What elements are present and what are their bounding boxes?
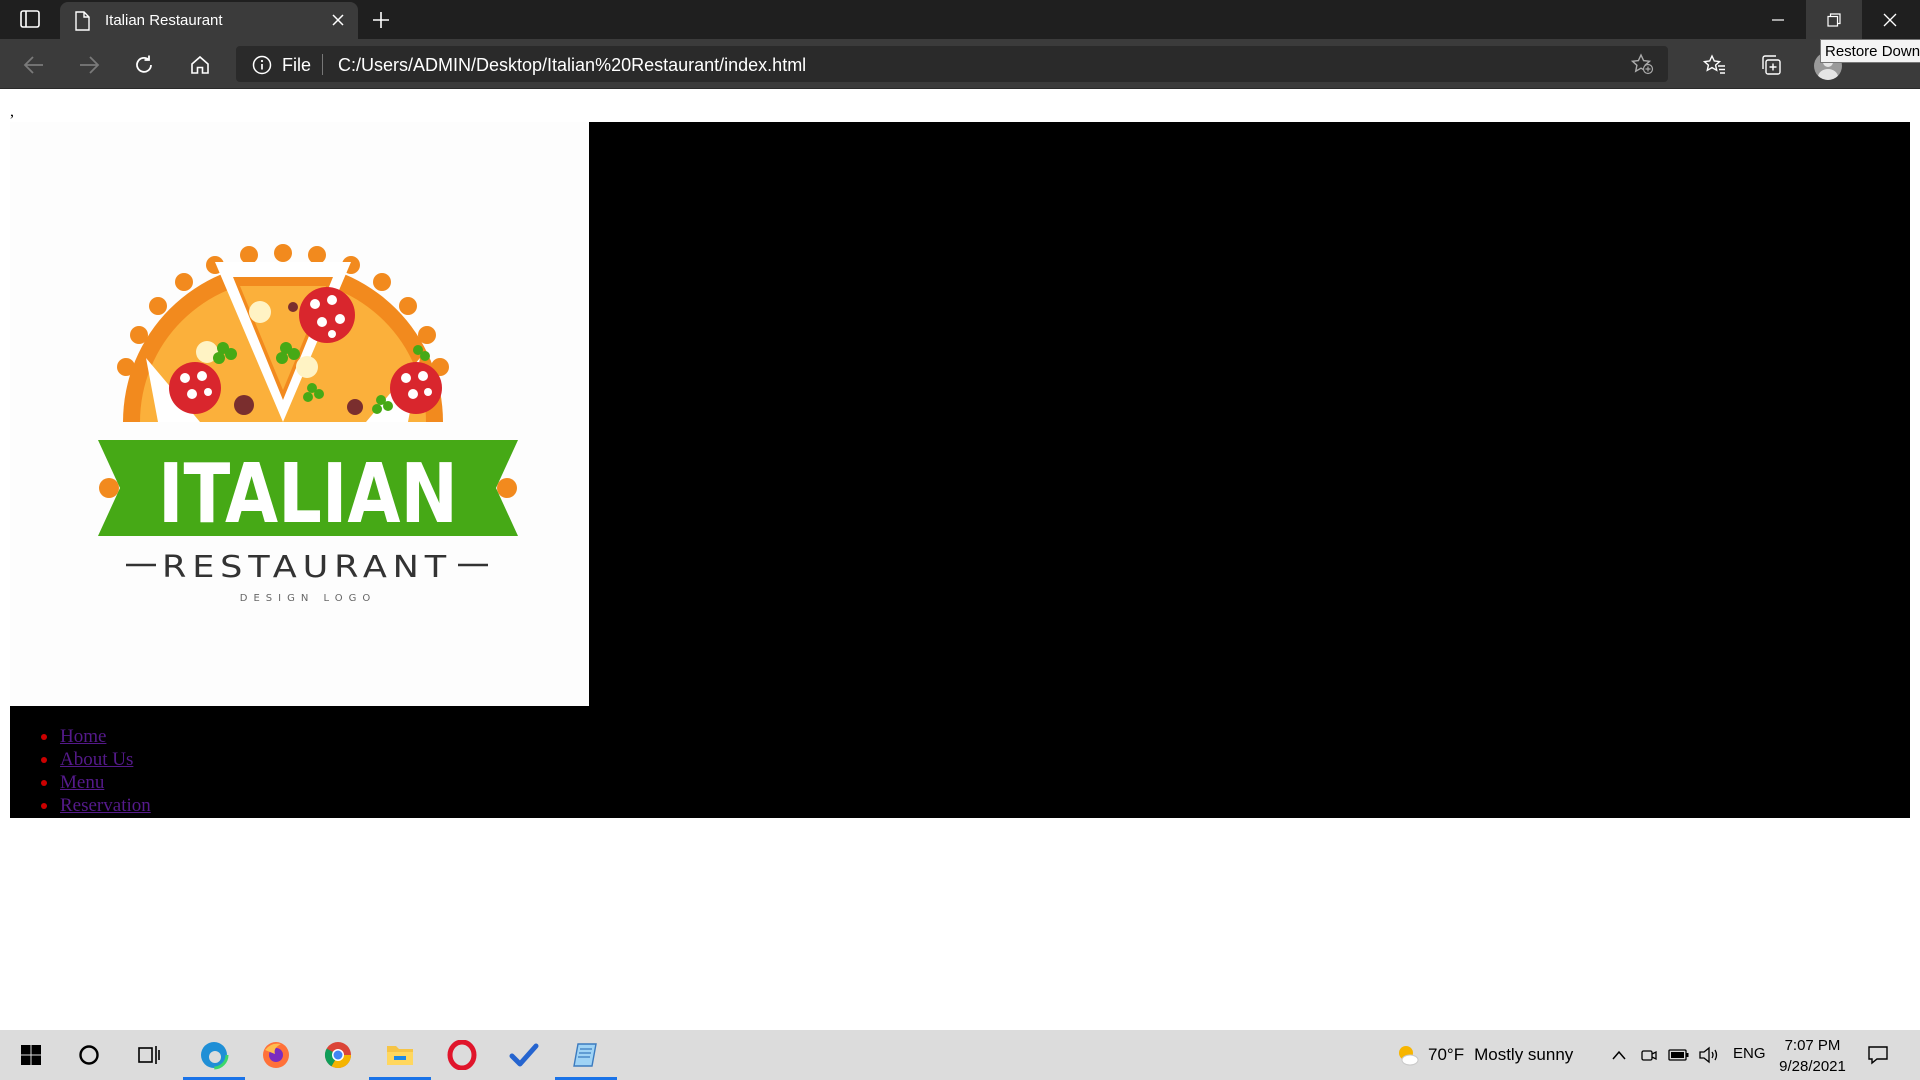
battery-button[interactable] <box>1668 1043 1690 1067</box>
task-view-icon <box>138 1046 160 1064</box>
edge-icon <box>199 1040 229 1070</box>
windows-icon <box>21 1045 41 1065</box>
nav-link-menu[interactable]: Menu <box>60 772 104 793</box>
page-viewport: , ITALIAN RESTAURANT DESIGN LOGO Home Ab… <box>0 89 1920 1030</box>
main-nav: Home About Us Menu Reservation <box>41 725 151 817</box>
task-view-button[interactable] <box>118 1030 180 1080</box>
back-button[interactable] <box>20 51 48 79</box>
close-icon <box>1883 13 1897 26</box>
taskbar-clock[interactable]: 7:07 PM 9/28/2021 <box>1770 1035 1855 1077</box>
tab-close-button[interactable] <box>328 10 348 30</box>
collections-icon <box>1762 55 1781 75</box>
opera-icon <box>447 1040 477 1070</box>
home-icon <box>191 55 209 74</box>
weather-temperature: 70°F <box>1428 1045 1465 1064</box>
camera-icon <box>1641 1050 1657 1061</box>
start-button[interactable] <box>0 1030 62 1080</box>
search-circle-icon <box>79 1045 99 1065</box>
logo-word-italian: ITALIAN <box>158 447 458 542</box>
close-icon <box>332 14 344 26</box>
browser-toolbar: File C:/Users/ADMIN/Desktop/Italian%20Re… <box>0 39 1920 89</box>
restore-down-button[interactable] <box>1806 0 1862 39</box>
show-hidden-icons-button[interactable] <box>1608 1043 1630 1067</box>
windows-taskbar: 70°F Mostly sunny ENG 7:07 PM 9/28/2021 <box>0 1030 1920 1080</box>
url-separator <box>322 54 323 75</box>
collections-button[interactable] <box>1756 51 1786 79</box>
tab-title: Italian Restaurant <box>105 12 223 29</box>
page-header: ITALIAN RESTAURANT DESIGN LOGO Home Abou… <box>10 122 1910 818</box>
new-tab-button[interactable] <box>368 7 394 33</box>
taskbar-notepad[interactable] <box>555 1030 617 1080</box>
weather-widget[interactable]: 70°F Mostly sunny <box>1396 1030 1573 1080</box>
taskbar-edge[interactable] <box>183 1030 245 1080</box>
home-button[interactable] <box>186 51 214 79</box>
taskbar-firefox[interactable] <box>245 1030 307 1080</box>
refresh-icon <box>136 55 152 73</box>
logo-word-restaurant: RESTAURANT <box>162 550 452 585</box>
arrow-right-icon <box>80 56 100 74</box>
meet-now-button[interactable] <box>1638 1043 1660 1067</box>
action-center-button[interactable] <box>1864 1042 1892 1068</box>
input-language[interactable]: ENG <box>1733 1045 1766 1062</box>
favorites-button[interactable] <box>1700 51 1730 79</box>
nav-item-menu: Menu <box>41 771 151 794</box>
notification-icon <box>1868 1046 1888 1065</box>
list-bullet <box>41 734 47 740</box>
list-bullet <box>41 803 47 809</box>
pizza-logo-icon: ITALIAN RESTAURANT DESIGN LOGO <box>98 244 518 604</box>
tab-actions-button[interactable] <box>16 7 44 31</box>
logo-word-design-logo: DESIGN LOGO <box>240 593 376 604</box>
nav-link-reservation[interactable]: Reservation <box>60 795 151 816</box>
restore-icon <box>1827 12 1841 27</box>
nav-item-about: About Us <box>41 748 151 771</box>
checkmark-icon <box>509 1043 539 1067</box>
window-close-button[interactable] <box>1862 0 1918 39</box>
restaurant-logo: ITALIAN RESTAURANT DESIGN LOGO <box>10 122 589 706</box>
taskbar-file-explorer[interactable] <box>369 1030 431 1080</box>
search-button[interactable] <box>58 1030 120 1080</box>
arrow-left-icon <box>23 56 43 74</box>
nav-link-home[interactable]: Home <box>60 726 106 747</box>
battery-icon <box>1668 1049 1689 1061</box>
volume-button[interactable] <box>1698 1043 1720 1067</box>
list-bullet <box>41 780 47 786</box>
refresh-button[interactable] <box>130 51 158 79</box>
restore-down-tooltip: Restore Down <box>1820 39 1920 63</box>
minimize-icon <box>1772 18 1784 21</box>
plus-icon <box>373 12 389 28</box>
stray-text: , <box>10 103 14 120</box>
sun-cloud-icon <box>1399 1046 1419 1066</box>
add-favorite-icon[interactable] <box>1630 53 1654 75</box>
firefox-icon <box>263 1042 289 1068</box>
taskbar-opera[interactable] <box>431 1030 493 1080</box>
speaker-icon <box>1699 1046 1718 1064</box>
url-scheme-label: File <box>282 55 312 75</box>
folder-icon <box>387 1046 413 1065</box>
clock-time: 7:07 PM <box>1784 1037 1841 1054</box>
list-bullet <box>41 757 47 763</box>
weather-description: Mostly sunny <box>1474 1045 1574 1064</box>
browser-tab-bar: Italian Restaurant <box>0 0 1920 39</box>
forward-button[interactable] <box>75 51 103 79</box>
info-icon[interactable] <box>252 55 272 75</box>
notepad-icon <box>573 1043 597 1067</box>
favorites-icon <box>1703 54 1725 74</box>
chrome-icon <box>324 1042 352 1069</box>
address-bar[interactable]: File C:/Users/ADMIN/Desktop/Italian%20Re… <box>236 46 1668 82</box>
tab-actions-icon <box>20 10 40 28</box>
taskbar-todo[interactable] <box>493 1030 555 1080</box>
nav-item-home: Home <box>41 725 151 748</box>
browser-tab[interactable]: Italian Restaurant <box>60 2 358 39</box>
nav-item-reservation: Reservation <box>41 794 151 817</box>
page-icon <box>75 11 90 31</box>
minimize-button[interactable] <box>1750 0 1806 39</box>
chevron-up-icon <box>1612 1050 1626 1060</box>
url-text[interactable]: C:/Users/ADMIN/Desktop/Italian%20Restaur… <box>338 55 806 76</box>
nav-link-about-us[interactable]: About Us <box>60 749 133 770</box>
taskbar-chrome[interactable] <box>307 1030 369 1080</box>
clock-date: 9/28/2021 <box>1779 1058 1846 1075</box>
